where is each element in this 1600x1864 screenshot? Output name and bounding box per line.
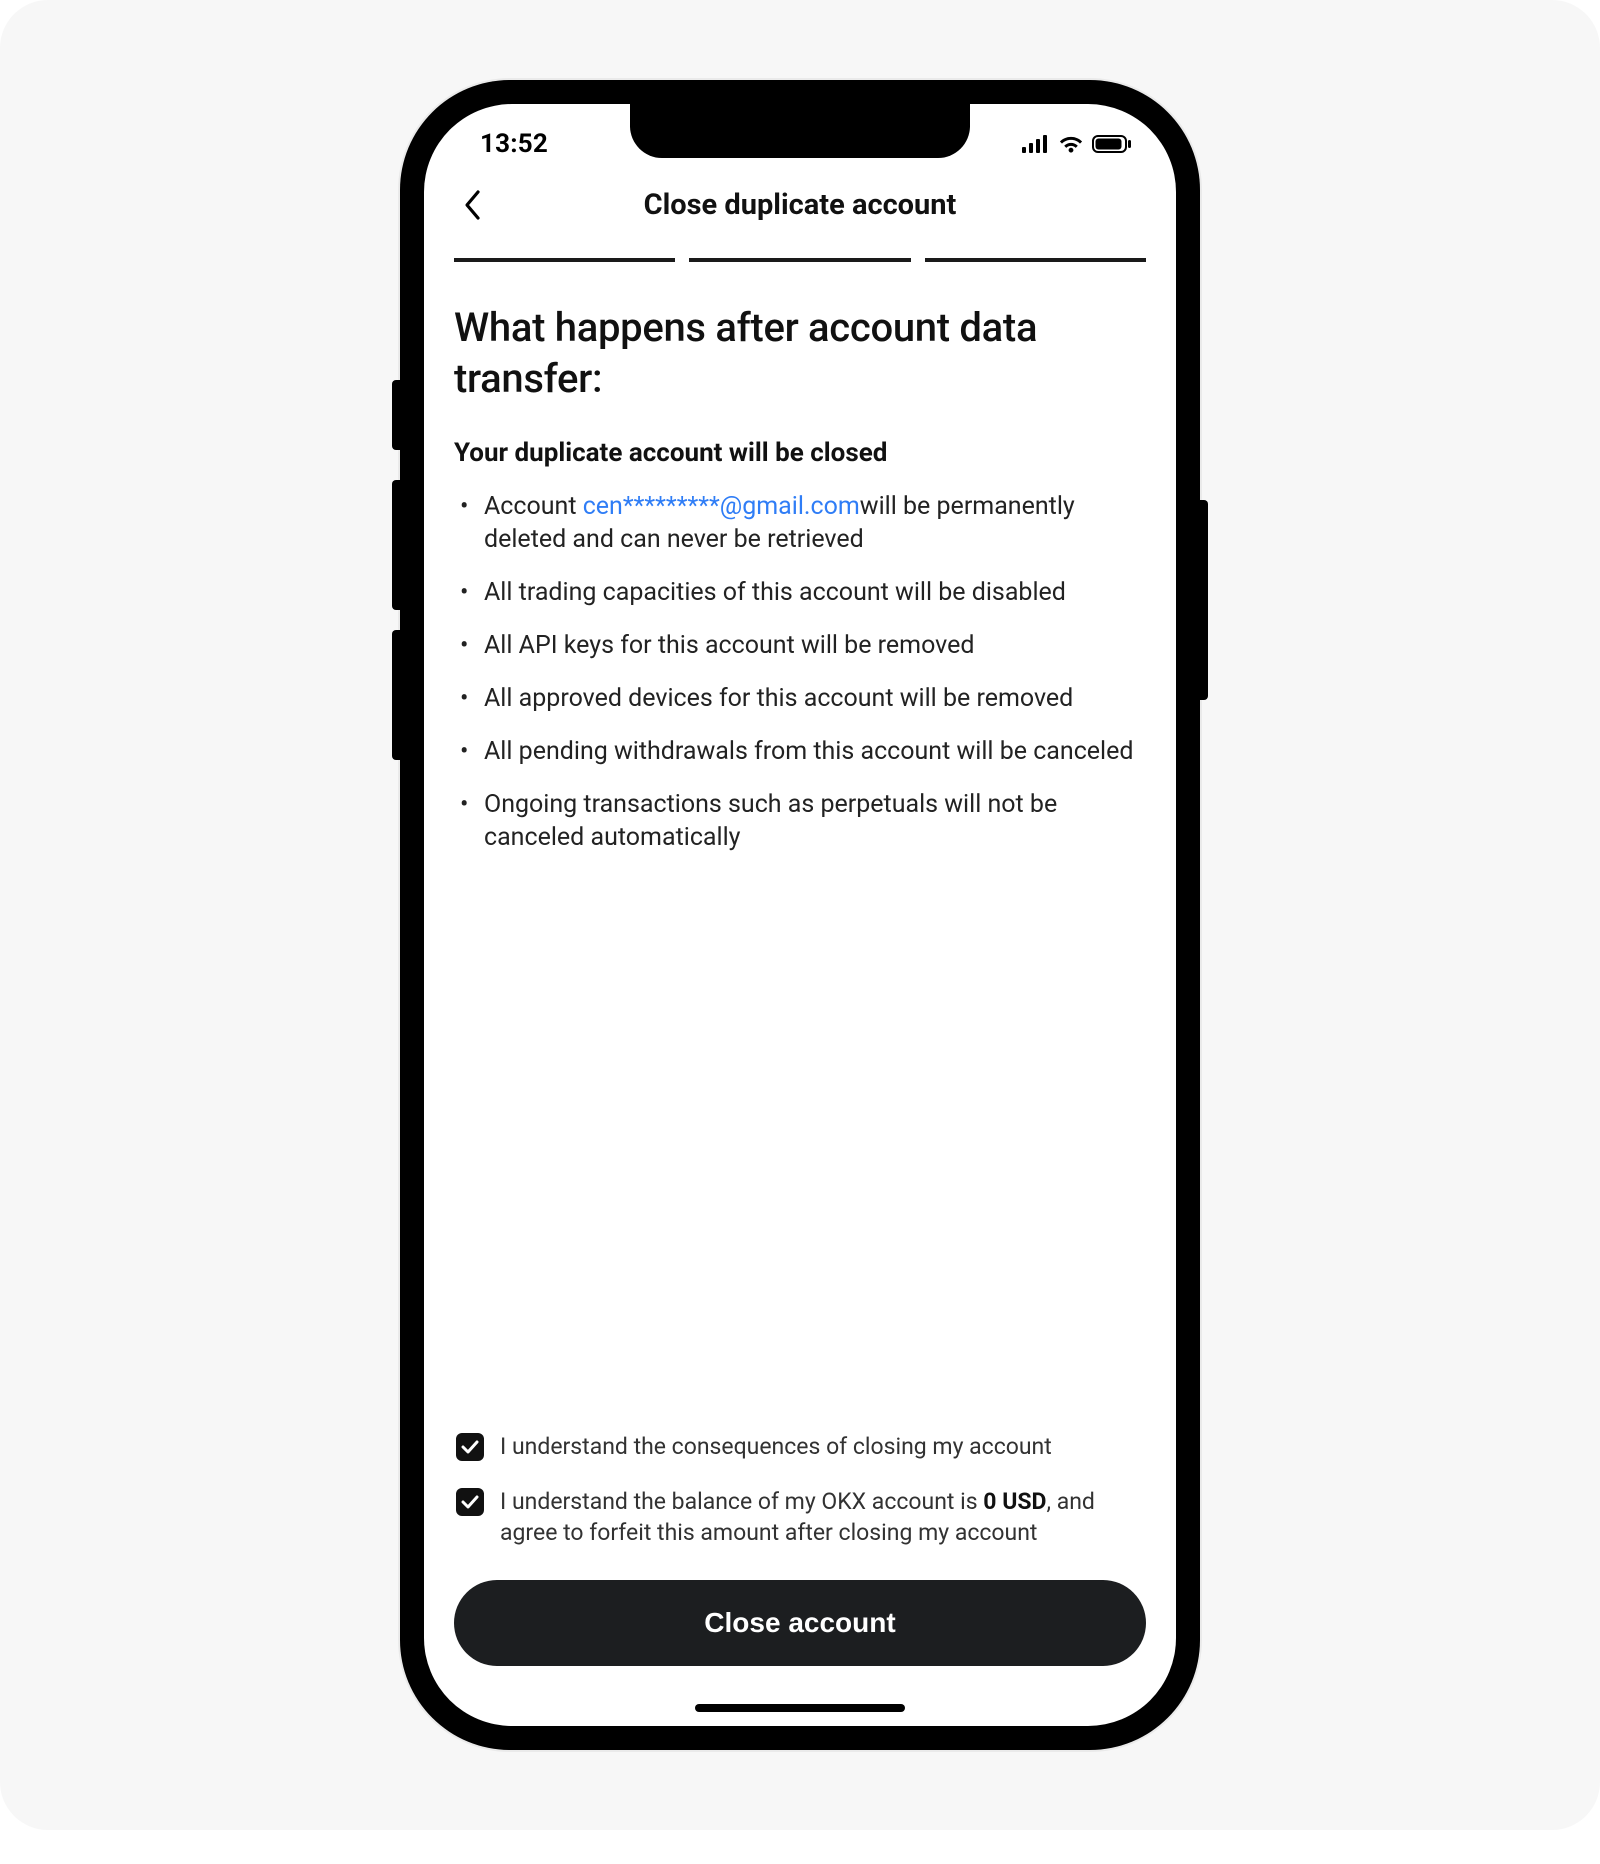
consequence-list: Account cen*********@gmail.comwill be pe… (454, 490, 1146, 874)
back-button[interactable] (452, 185, 492, 225)
checkbox-label: I understand the balance of my OKX accou… (500, 1486, 1144, 1548)
main-content: What happens after account data transfer… (424, 262, 1176, 1572)
section-subheading: Your duplicate account will be closed (454, 438, 1146, 468)
progress-indicator (424, 240, 1176, 262)
list-item: All API keys for this account will be re… (454, 629, 1146, 662)
account-email: cen*********@gmail.com (583, 492, 860, 521)
section-heading: What happens after account data transfer… (454, 302, 1146, 404)
list-item: All pending withdrawals from this accoun… (454, 735, 1146, 768)
checkbox-label: I understand the consequences of closing… (500, 1431, 1052, 1462)
cta-container: Close account (424, 1572, 1176, 1726)
cellular-signal-icon (1022, 135, 1050, 153)
bullet-text-prefix: Account (484, 492, 583, 521)
checkbox-label-prefix: I understand the balance of my OKX accou… (500, 1488, 983, 1515)
wifi-icon (1058, 135, 1084, 153)
list-item: Account cen*********@gmail.comwill be pe… (454, 490, 1146, 556)
checkbox-checked[interactable] (456, 1488, 484, 1516)
home-indicator (695, 1704, 905, 1712)
page-title: Close duplicate account (644, 188, 957, 222)
list-item: All approved devices for this account wi… (454, 682, 1146, 715)
balance-amount: 0 USD (983, 1488, 1046, 1515)
checkbox-checked[interactable] (456, 1433, 484, 1461)
check-icon (461, 1440, 479, 1454)
status-time: 13:52 (480, 129, 548, 159)
check-icon (461, 1495, 479, 1509)
checkbox-row-balance[interactable]: I understand the balance of my OKX accou… (456, 1486, 1144, 1548)
checkbox-row-consequences[interactable]: I understand the consequences of closing… (456, 1431, 1144, 1462)
list-item: Ongoing transactions such as perpetuals … (454, 788, 1146, 854)
close-account-button[interactable]: Close account (454, 1580, 1146, 1666)
phone-frame: 13:52 Close duplic (400, 80, 1200, 1750)
confirmation-checkboxes: I understand the consequences of closing… (454, 1431, 1146, 1572)
list-item: All trading capacities of this account w… (454, 576, 1146, 609)
notch (630, 104, 970, 158)
battery-icon (1092, 135, 1132, 153)
nav-header: Close duplicate account (424, 170, 1176, 240)
phone-screen: 13:52 Close duplic (424, 104, 1176, 1726)
chevron-left-icon (462, 189, 482, 221)
